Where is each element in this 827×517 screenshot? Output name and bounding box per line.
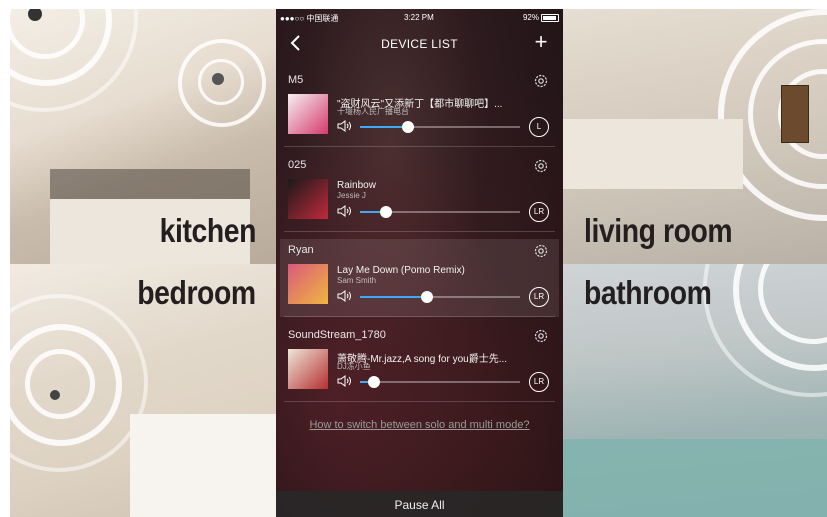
artist-name: 十堰杨人民广播电台 <box>337 107 409 116</box>
volume-icon <box>337 205 351 217</box>
living-room-label: living room <box>584 212 733 249</box>
channel-mode-button[interactable]: LR <box>529 202 549 222</box>
volume-slider[interactable] <box>360 121 520 133</box>
bed <box>130 414 276 517</box>
volume-slider[interactable] <box>360 376 520 388</box>
sofa <box>563 119 743 189</box>
volume-icon <box>337 120 351 132</box>
channel-mode-button[interactable]: L <box>529 117 549 137</box>
bottom-bar: Pause All <box>276 491 563 517</box>
device-name: M5 <box>288 74 304 86</box>
carrier-text: ●●●○○ 中国联通 <box>280 14 339 23</box>
gear-icon[interactable] <box>533 328 549 344</box>
channel-mode-button[interactable]: LR <box>529 372 549 392</box>
device-card[interactable]: 025 Rainbow Jessie J LR <box>280 154 559 232</box>
artist-name: Sam Smith <box>337 276 377 285</box>
volume-knob[interactable] <box>402 121 414 133</box>
page-title: DEVICE LIST <box>381 37 458 51</box>
album-cover[interactable] <box>288 264 328 304</box>
album-cover[interactable] <box>288 349 328 389</box>
add-device-button[interactable]: + <box>531 31 551 53</box>
artist-name: DJ冻小鱼 <box>337 362 371 371</box>
device-name: 025 <box>288 159 307 171</box>
album-cover[interactable] <box>288 179 328 219</box>
ceiling-speaker <box>212 73 224 85</box>
volume-fill <box>360 126 408 128</box>
bathroom-label: bathroom <box>584 274 712 311</box>
channel-mode-button[interactable]: LR <box>529 287 549 307</box>
volume-knob[interactable] <box>368 376 381 388</box>
phone-screen: ●●●○○ 中国联通 3:22 PM 92% DEVICE LIST + M5 "… <box>276 9 563 517</box>
gear-icon[interactable] <box>533 73 549 89</box>
song-title: Rainbow <box>337 180 376 191</box>
volume-fill <box>360 296 428 298</box>
volume-knob[interactable] <box>379 206 392 218</box>
volume-icon <box>337 375 351 387</box>
gear-icon[interactable] <box>533 243 549 259</box>
battery-icon <box>541 14 559 22</box>
pause-all-button[interactable]: Pause All <box>276 498 563 512</box>
kitchen-counter <box>50 169 250 199</box>
volume-knob[interactable] <box>421 291 434 303</box>
volume-slider[interactable] <box>360 291 520 303</box>
clock-text: 3:22 PM <box>404 13 434 22</box>
divider <box>284 231 555 232</box>
bedroom-label: bedroom <box>137 274 257 311</box>
divider <box>284 146 555 147</box>
divider <box>284 316 555 317</box>
battery-text: 92% <box>522 13 539 22</box>
device-name: SoundStream_1780 <box>288 329 386 341</box>
plus-icon: + <box>534 29 548 54</box>
volume-icon <box>337 290 351 302</box>
device-name: Ryan <box>288 244 314 256</box>
gear-icon[interactable] <box>533 158 549 174</box>
kitchen-label: kitchen <box>159 212 257 249</box>
status-bar: ●●●○○ 中国联通 3:22 PM 92% <box>276 9 563 27</box>
help-link[interactable]: How to switch between solo and multi mod… <box>276 419 563 431</box>
nav-bar: DEVICE LIST + <box>276 27 563 57</box>
floor-speaker <box>50 390 60 400</box>
song-title: Lay Me Down (Pomo Remix) <box>337 265 465 276</box>
artist-name: Jessie J <box>337 191 366 200</box>
device-card[interactable]: Ryan Lay Me Down (Pomo Remix) Sam Smith LR <box>280 239 559 317</box>
bathtub <box>563 439 827 517</box>
album-cover[interactable] <box>288 94 328 134</box>
divider <box>284 401 555 402</box>
device-card[interactable]: M5 "盗财风云"又添新丁【都市聊聊吧】... 十堰杨人民广播电台 L <box>280 69 559 147</box>
bookshelf-speaker <box>781 85 809 143</box>
volume-slider[interactable] <box>360 206 520 218</box>
device-card[interactable]: SoundStream_1780 萧敬腾-Mr.jazz,A song for y… <box>280 324 559 402</box>
